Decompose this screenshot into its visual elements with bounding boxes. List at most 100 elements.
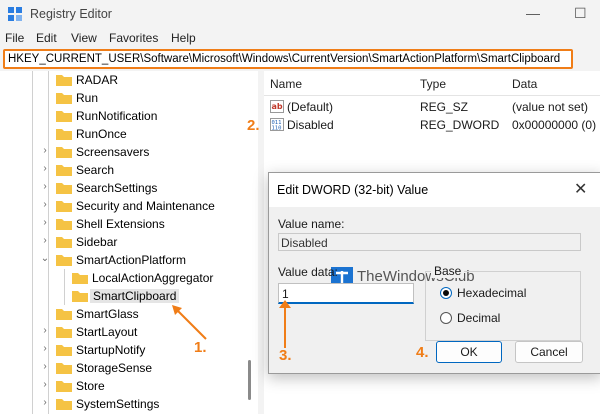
tree-item[interactable]: › Search [43,161,258,179]
address-bar[interactable]: HKEY_CURRENT_USER\Software\Microsoft\Win… [3,49,573,69]
cancel-button[interactable]: Cancel [515,341,583,363]
key-tree[interactable]: RADAR Run RunNotification RunOnce › Scre… [0,71,258,414]
column-divider [264,95,600,96]
tree-item[interactable]: SmartGlass [56,305,258,323]
dialog-title: Edit DWORD (32-bit) Value [277,183,429,197]
step-3-arrow [279,300,291,348]
chevron-right-icon[interactable]: › [40,361,50,372]
value-name: Disabled [287,118,334,132]
value-data-text: 1 [282,287,289,301]
tree-item-label: Security and Maintenance [76,199,215,213]
tree-item[interactable]: › StartupNotify [43,341,258,359]
folder-icon [56,93,72,104]
tree-item[interactable]: RunNotification [56,107,258,125]
folder-icon [56,129,72,140]
tree-item-selected[interactable]: SmartClipboard [72,287,258,305]
tree-item[interactable]: RADAR [56,71,258,89]
title-bar: Registry Editor — ☐ [0,0,600,28]
chevron-right-icon[interactable]: › [40,163,50,174]
tree-item-label: SystemSettings [76,397,160,411]
chevron-right-icon[interactable]: › [40,145,50,156]
tree-item-label: Search [76,163,115,177]
step-3-label: 3. [279,347,292,364]
tree-item-label: RunNotification [76,109,158,123]
step-2-label: 2. [247,117,260,134]
menu-favorites[interactable]: Favorites [109,31,158,45]
folder-icon [56,219,72,230]
chevron-right-icon[interactable]: › [40,181,50,192]
chevron-right-icon[interactable]: › [40,235,50,246]
value-data: (value not set) [512,100,589,114]
tree-item[interactable]: › Sidebar [43,233,258,251]
tree-item[interactable]: › SearchSettings [43,179,258,197]
chevron-right-icon[interactable]: › [40,199,50,210]
folder-icon [72,291,88,302]
folder-open-icon [56,255,72,266]
value-data-input[interactable]: 1 [278,283,414,304]
tree-item-label: StorageSense [76,361,153,375]
tree-item-label: Run [76,91,99,105]
folder-icon [56,201,72,212]
close-button[interactable]: ✕ [574,179,587,199]
decimal-label[interactable]: Decimal [457,311,500,325]
folder-icon [56,381,72,392]
tree-item[interactable]: LocalActionAggregator [72,269,258,287]
tree-scrollbar[interactable] [248,360,251,400]
decimal-radio[interactable] [440,312,452,324]
edit-dword-dialog: Edit DWORD (32-bit) Value ✕ Value name: … [268,172,600,374]
column-type[interactable]: Type [420,77,446,91]
value-row[interactable]: 011 110 Disabled REG_DWORD 0x00000000 (0… [264,116,600,134]
chevron-right-icon[interactable]: › [40,397,50,408]
hexadecimal-radio[interactable] [440,287,452,299]
chevron-down-icon[interactable]: ⌄ [40,253,50,264]
value-name: (Default) [287,100,334,114]
tree-item[interactable]: › StartLayout [43,323,258,341]
step-1-label: 1. [194,339,207,356]
column-data[interactable]: Data [512,77,537,91]
tree-item-label: Sidebar [76,235,118,249]
tree-item-label: Shell Extensions [76,217,165,231]
step-1-arrow [172,305,207,340]
folder-icon [56,327,72,338]
menu-view[interactable]: View [71,31,97,45]
folder-icon [56,147,72,158]
hexadecimal-label[interactable]: Hexadecimal [457,286,526,300]
binary-value-icon: 011 110 [270,118,284,131]
folder-icon [56,165,72,176]
value-name-field: Disabled [278,233,581,251]
tree-item[interactable]: › Shell Extensions [43,215,258,233]
menu-file[interactable]: File [5,31,24,45]
tree-item-label: Screensavers [76,145,150,159]
tree-item-label: StartLayout [76,325,138,339]
chevron-right-icon[interactable]: › [40,343,50,354]
chevron-right-icon[interactable]: › [40,217,50,228]
tree-item-label: LocalActionAggregator [92,271,214,285]
folder-icon [56,309,72,320]
tree-item[interactable]: RunOnce [56,125,258,143]
folder-icon [56,183,72,194]
chevron-right-icon[interactable]: › [40,325,50,336]
tree-item[interactable]: › Screensavers [43,143,258,161]
tree-item-label: RunOnce [76,127,127,141]
menu-edit[interactable]: Edit [36,31,57,45]
column-name[interactable]: Name [270,77,302,91]
tree-item-label: SmartGlass [76,307,139,321]
value-row[interactable]: ab (Default) REG_SZ (value not set) [264,98,600,116]
menu-bar: File Edit View Favorites Help [0,28,600,48]
window-title: Registry Editor [30,7,112,21]
tree-item[interactable]: › Store [43,377,258,395]
tree-item[interactable]: ⌄ SmartActionPlatform [41,251,258,269]
folder-icon [56,363,72,374]
minimize-button[interactable]: — [526,5,540,21]
folder-icon [56,75,72,86]
value-type: REG_DWORD [420,118,500,132]
menu-help[interactable]: Help [171,31,196,45]
tree-item[interactable]: › Security and Maintenance [43,197,258,215]
tree-item[interactable]: Run [56,89,258,107]
tree-item[interactable]: › StorageSense [43,359,258,377]
ok-button[interactable]: OK [436,341,502,363]
tree-item[interactable]: › SystemSettings [43,395,258,413]
chevron-right-icon[interactable]: › [40,379,50,390]
maximize-button[interactable]: ☐ [574,5,587,22]
folder-icon [56,345,72,356]
